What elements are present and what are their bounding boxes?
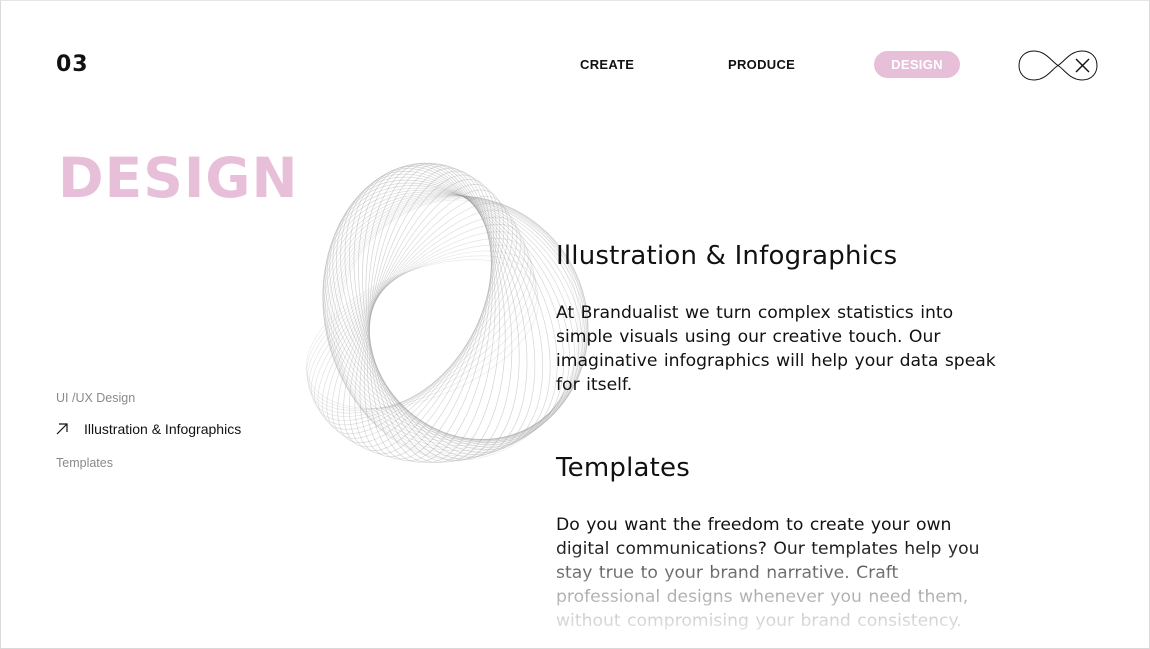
spirograph-line xyxy=(317,224,526,426)
side-nav-item-ui-ux[interactable]: UI /UX Design xyxy=(56,391,135,405)
section-body-templates: Do you want the freedom to create your o… xyxy=(556,515,980,631)
nav-create-link[interactable]: CREATE xyxy=(580,51,634,78)
brand-logo-close-icon[interactable] xyxy=(1018,49,1098,82)
nav-produce-link[interactable]: PRODUCE xyxy=(728,51,795,78)
section-body-illustration: At Brandualist we turn complex statistic… xyxy=(556,303,996,395)
section-heading-illustration: Illustration & Infographics xyxy=(556,241,898,271)
nav-design-link[interactable]: DESIGN xyxy=(874,51,960,78)
side-nav-item-label: Illustration & Infographics xyxy=(84,421,242,437)
side-nav-item-illustration[interactable]: Illustration & Infographics xyxy=(56,421,241,438)
arrow-up-right-icon xyxy=(56,422,72,438)
section-heading-templates: Templates xyxy=(556,453,690,483)
top-nav: CREATE PRODUCE DESIGN xyxy=(0,51,1150,79)
side-nav-item-templates[interactable]: Templates xyxy=(56,456,113,470)
